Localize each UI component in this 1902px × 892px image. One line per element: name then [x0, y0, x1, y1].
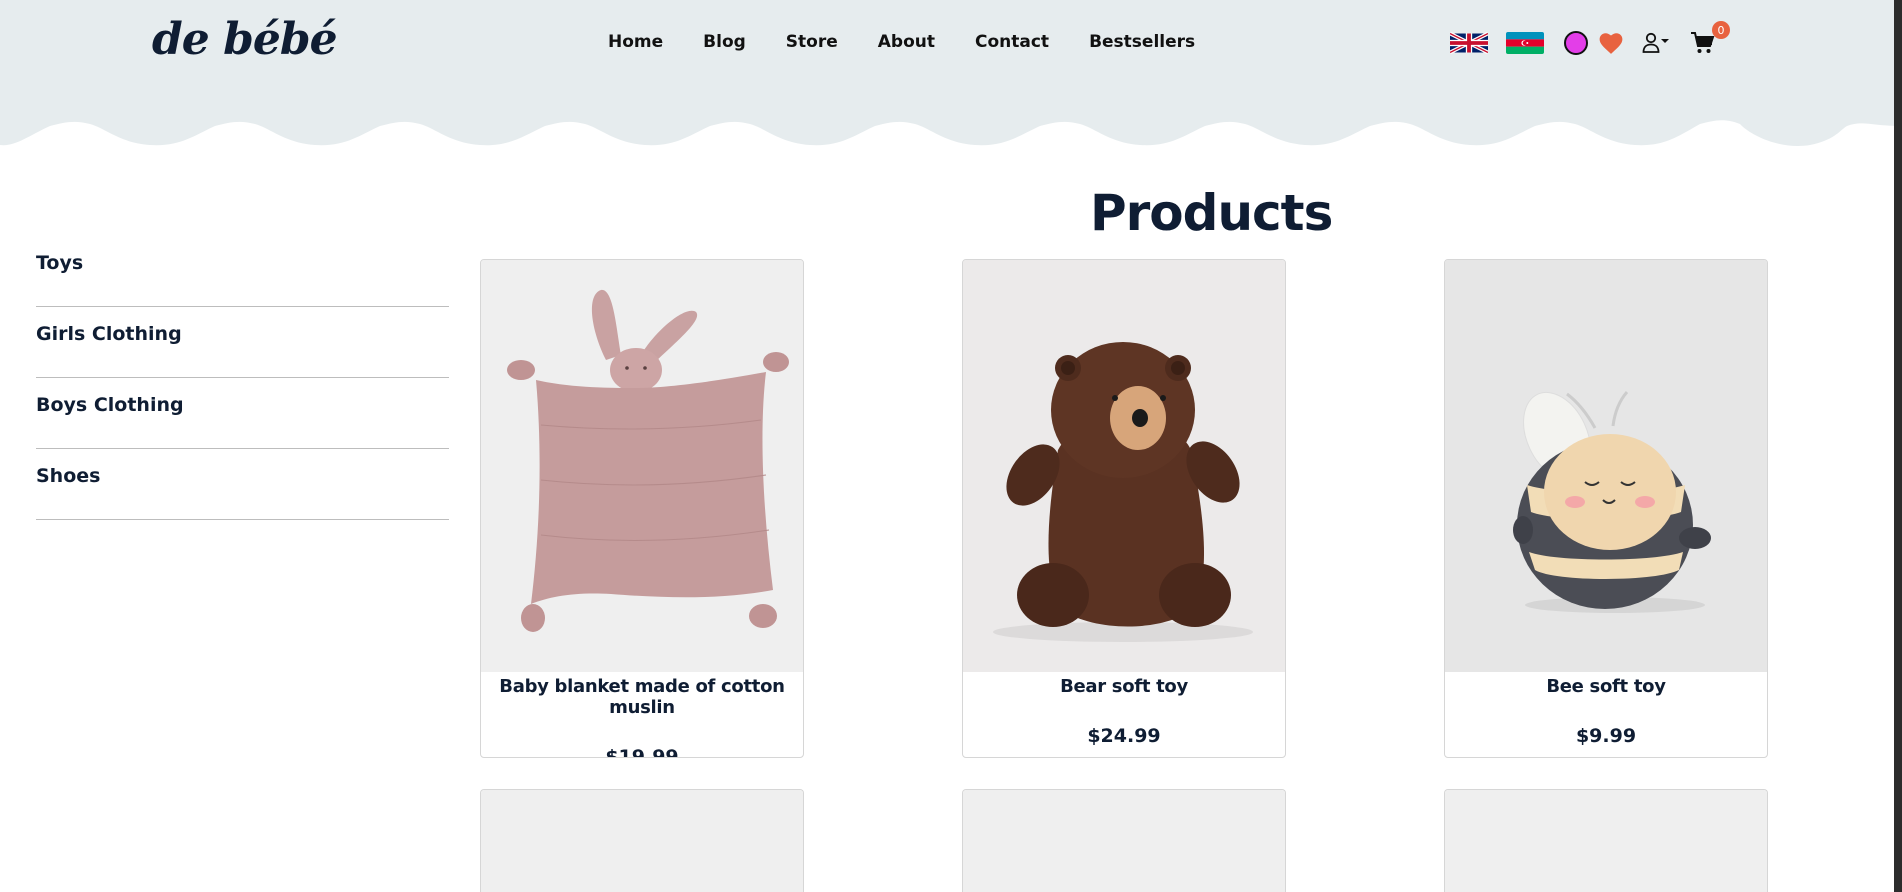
product-image[interactable]: [481, 790, 803, 892]
page-title: Products: [1090, 184, 1333, 242]
nav-home[interactable]: Home: [588, 32, 683, 52]
product-card-partial[interactable]: [480, 789, 804, 892]
site-logo[interactable]: de bébé: [152, 14, 338, 65]
user-account-icon[interactable]: [1642, 31, 1672, 55]
site-header: de bébé Home Blog Store About Contact Be…: [0, 0, 1902, 150]
azerbaijan-flag-icon[interactable]: [1506, 32, 1544, 54]
product-name[interactable]: Baby blanket made of cotton muslin: [481, 676, 803, 718]
category-sidebar: Toys Girls Clothing Boys Clothing Shoes: [36, 236, 449, 520]
category-label: Shoes: [36, 465, 101, 487]
product-card[interactable]: Bear soft toy $24.99: [962, 259, 1286, 758]
product-image[interactable]: [963, 790, 1285, 892]
logo-text: de bébé: [152, 14, 338, 65]
product-image[interactable]: [1445, 260, 1767, 672]
category-label: Girls Clothing: [36, 323, 182, 345]
window-scrollbar[interactable]: [1894, 0, 1902, 892]
category-toys[interactable]: Toys: [36, 236, 449, 307]
product-image[interactable]: [1445, 790, 1767, 892]
product-image[interactable]: [963, 260, 1285, 672]
product-card[interactable]: Bee soft toy $9.99: [1444, 259, 1768, 758]
product-name[interactable]: Bear soft toy: [963, 676, 1285, 697]
cart-count-badge: 0: [1712, 21, 1730, 39]
category-girls-clothing[interactable]: Girls Clothing: [36, 307, 449, 378]
product-card-partial[interactable]: [962, 789, 1286, 892]
category-label: Boys Clothing: [36, 394, 184, 416]
product-price: $19.99: [605, 746, 679, 758]
nav-contact[interactable]: Contact: [955, 32, 1069, 52]
product-price: $24.99: [1087, 725, 1161, 747]
bee-toy-image: [1445, 260, 1767, 672]
category-label: Toys: [36, 252, 84, 274]
product-name[interactable]: Bee soft toy: [1445, 676, 1767, 697]
product-price: $9.99: [1575, 725, 1637, 747]
product-card-partial[interactable]: [1444, 789, 1768, 892]
nav-blog[interactable]: Blog: [683, 32, 766, 52]
category-boys-clothing[interactable]: Boys Clothing: [36, 378, 449, 449]
cart-icon[interactable]: 0: [1690, 21, 1730, 55]
english-flag-icon[interactable]: [1450, 32, 1488, 54]
main-nav: Home Blog Store About Contact Bestseller…: [588, 32, 1215, 52]
wishlist-heart-icon[interactable]: [1598, 31, 1624, 55]
nav-store[interactable]: Store: [766, 32, 858, 52]
bear-toy-image: [963, 260, 1285, 672]
category-shoes[interactable]: Shoes: [36, 449, 449, 520]
blanket-bunny-image: [481, 260, 803, 672]
header-toolbar: 0: [1450, 21, 1734, 60]
nav-about[interactable]: About: [858, 32, 955, 52]
theme-color-toggle[interactable]: [1564, 31, 1588, 55]
product-image[interactable]: [481, 260, 803, 672]
nav-bestsellers[interactable]: Bestsellers: [1069, 32, 1215, 52]
product-card[interactable]: Baby blanket made of cotton muslin $19.9…: [480, 259, 804, 758]
